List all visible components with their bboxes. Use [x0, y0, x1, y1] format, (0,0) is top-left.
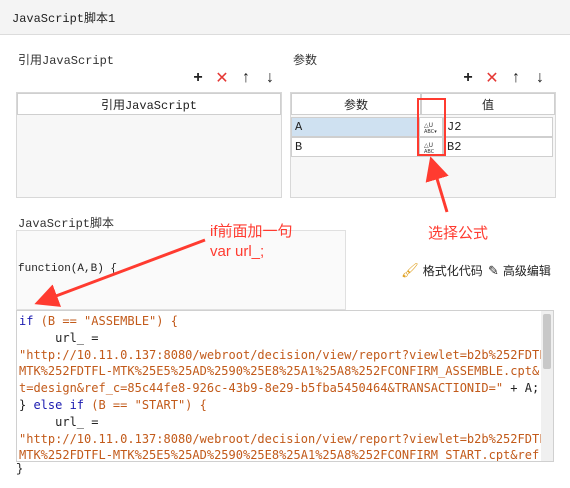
arrow-to-if: [34, 238, 206, 307]
annotation-arrows: [34, 156, 449, 307]
arrow-to-formula: [425, 156, 449, 213]
